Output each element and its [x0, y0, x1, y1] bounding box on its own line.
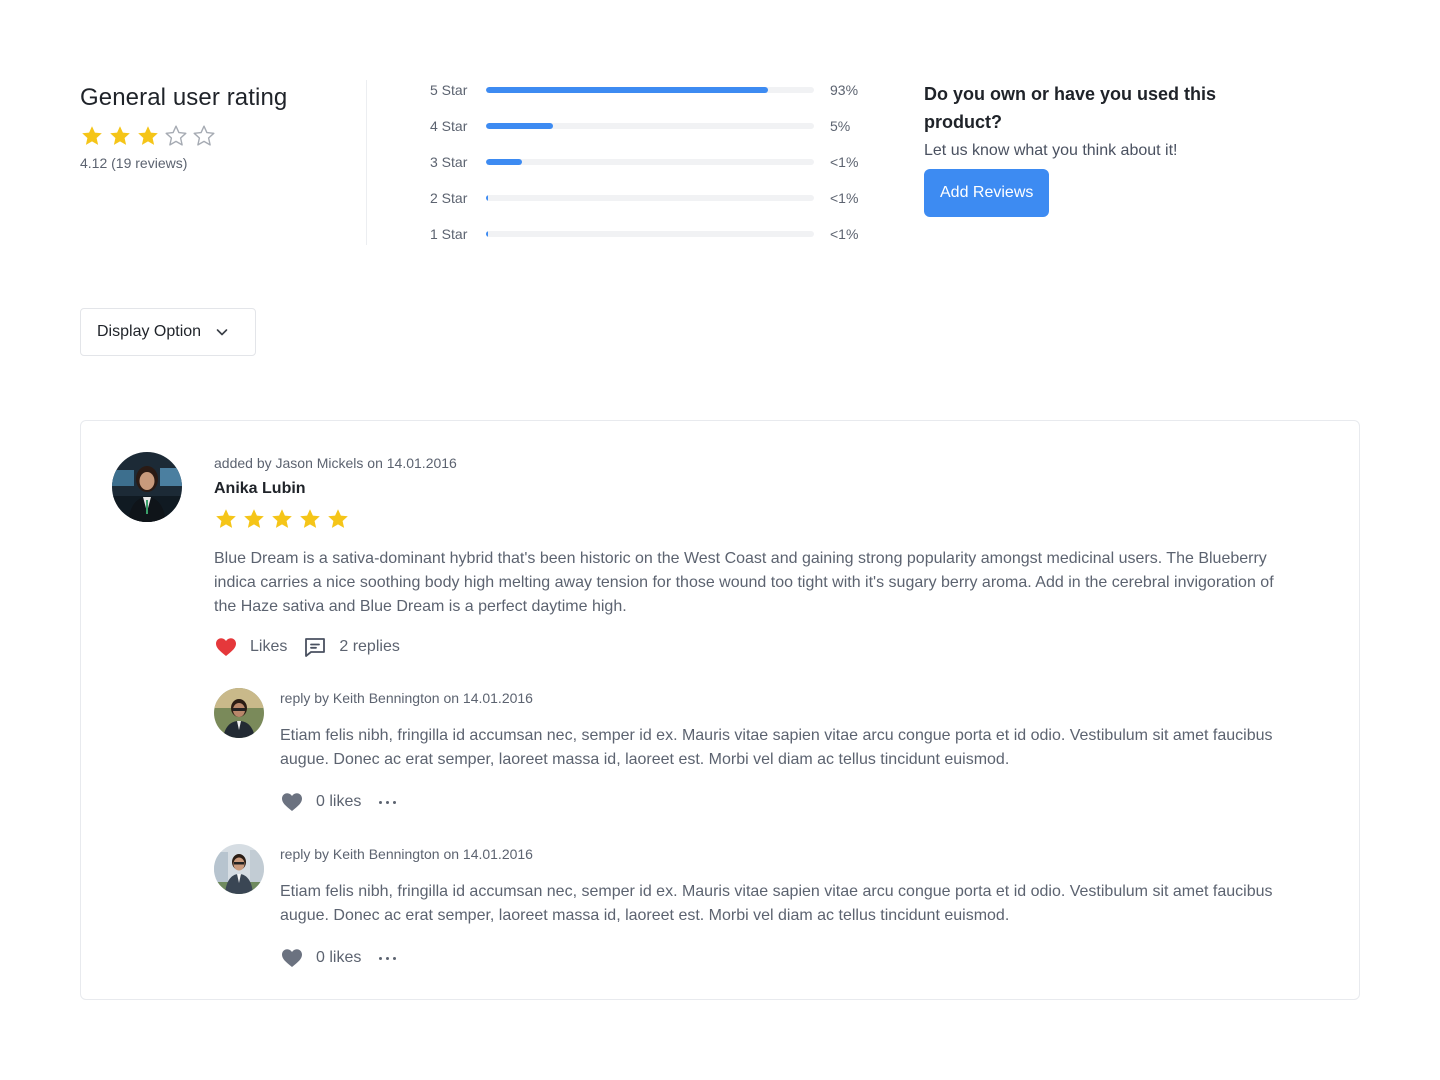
- reply-text: Etiam felis nibh, fringilla id accumsan …: [280, 883, 1273, 924]
- star-filled-icon: [82, 126, 102, 145]
- reviewer-name: Anika Lubin: [214, 480, 306, 497]
- bar-row-4: 4 Star 5%: [430, 114, 870, 138]
- review: added by Jason Mickels on 14.01.2016 Ani…: [214, 453, 1294, 659]
- bar-row-3: 3 Star <1%: [430, 150, 870, 174]
- like-button[interactable]: 0 likes: [280, 946, 361, 970]
- bar-track: [486, 159, 814, 165]
- reply: reply by Keith Bennington on 14.01.2016 …: [214, 688, 1294, 814]
- chevron-down-icon: [216, 329, 228, 336]
- avatar[interactable]: [214, 844, 264, 894]
- bar-label: 3 Star: [430, 154, 468, 170]
- reply-body: reply by Keith Bennington on 14.01.2016 …: [280, 688, 1294, 814]
- bar-row-1: 1 Star <1%: [430, 222, 870, 246]
- star-filled-icon: [300, 509, 320, 528]
- reply-author-photo: [214, 688, 264, 738]
- bar-label: 4 Star: [430, 118, 468, 134]
- more-options-icon[interactable]: [379, 946, 397, 970]
- avatar[interactable]: [112, 452, 182, 522]
- comment-icon: [305, 638, 326, 657]
- rating-breakdown: 5 Star 93% 4 Star 5% 3 Star <1% 2 Star <…: [430, 78, 870, 258]
- bar-track: [486, 195, 814, 201]
- reply-actions: 0 likes: [280, 946, 1294, 970]
- display-option-dropdown[interactable]: Display Option: [80, 308, 256, 356]
- replies-label: 2 replies: [339, 638, 400, 655]
- bar-percent: <1%: [830, 190, 859, 206]
- bar-row-5: 5 Star 93%: [430, 78, 870, 102]
- divider: [366, 80, 367, 245]
- heart-icon: [282, 793, 302, 811]
- avatar[interactable]: [214, 688, 264, 738]
- star-filled-icon: [272, 509, 292, 528]
- bar-track: [486, 123, 814, 129]
- review-stars: [214, 507, 1294, 531]
- bar-label: 5 Star: [430, 82, 468, 98]
- review-meta: added by Jason Mickels on 14.01.2016: [214, 455, 457, 471]
- rating-title: General user rating: [80, 84, 288, 111]
- like-button[interactable]: Likes: [214, 635, 287, 659]
- star-empty-icon: [193, 125, 215, 146]
- bar-fill: [486, 159, 522, 165]
- star-filled-icon: [216, 509, 236, 528]
- bar-fill: [486, 195, 488, 201]
- bar-fill: [486, 123, 553, 129]
- star-filled-icon: [138, 126, 158, 145]
- likes-label: Likes: [250, 638, 288, 655]
- review-actions: Likes 2 replies: [214, 635, 1294, 659]
- likes-count: 0 likes: [316, 949, 362, 966]
- bar-track: [486, 231, 814, 237]
- bar-track: [486, 87, 814, 93]
- summary-stars: [80, 124, 370, 148]
- rating-meta: 4.12 (19 reviews): [80, 155, 188, 171]
- review-cta: Do you own or have you used this product…: [924, 80, 1224, 217]
- add-reviews-button[interactable]: Add Reviews: [924, 169, 1050, 217]
- star-filled-icon: [110, 126, 130, 145]
- like-button[interactable]: 0 likes: [280, 790, 361, 814]
- reply-meta: reply by Keith Bennington on 14.01.2016: [280, 690, 533, 706]
- replies-button[interactable]: 2 replies: [303, 635, 400, 659]
- bar-label: 1 Star: [430, 226, 468, 242]
- bar-fill: [486, 231, 488, 237]
- reply-text: Etiam felis nibh, fringilla id accumsan …: [280, 727, 1273, 768]
- star-filled-icon: [244, 509, 264, 528]
- heart-icon: [282, 949, 302, 967]
- cta-subtitle: Let us know what you think about it!: [924, 142, 1178, 159]
- bar-percent: 5%: [830, 118, 851, 134]
- likes-count: 0 likes: [316, 793, 362, 810]
- bar-percent: <1%: [830, 226, 859, 242]
- reply-body: reply by Keith Bennington on 14.01.2016 …: [280, 844, 1294, 970]
- more-options-icon[interactable]: [379, 790, 397, 814]
- cta-question: Do you own or have you used this product…: [924, 84, 1217, 132]
- reply-author-photo: [214, 844, 264, 894]
- star-filled-icon: [328, 509, 348, 528]
- reply: reply by Keith Bennington on 14.01.2016 …: [214, 844, 1294, 970]
- bar-percent: 93%: [830, 82, 859, 98]
- reply-meta: reply by Keith Bennington on 14.01.2016: [280, 846, 533, 862]
- display-option-label: Display Option: [97, 323, 202, 340]
- bar-fill: [486, 87, 768, 93]
- heart-icon: [216, 638, 236, 656]
- bar-label: 2 Star: [430, 190, 468, 206]
- bar-percent: <1%: [830, 154, 859, 170]
- review-card: added by Jason Mickels on 14.01.2016 Ani…: [80, 420, 1360, 1000]
- rating-summary: General user rating 4.12 (19 reviews): [80, 80, 370, 171]
- bar-row-2: 2 Star <1%: [430, 186, 870, 210]
- reviewer-photo: [112, 452, 182, 522]
- reply-actions: 0 likes: [280, 790, 1294, 814]
- review-text: Blue Dream is a sativa-dominant hybrid t…: [214, 550, 1274, 615]
- star-empty-icon: [165, 125, 187, 146]
